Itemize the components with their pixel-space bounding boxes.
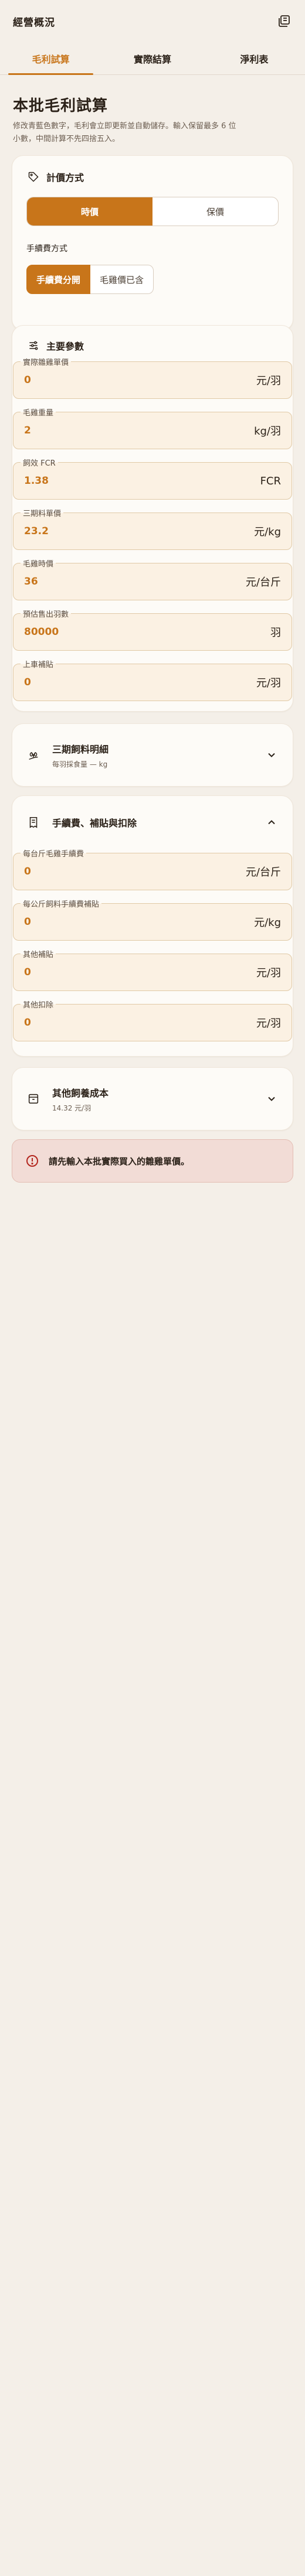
other-cost-text: 其他飼養成本 14.32 元/羽 — [52, 1085, 265, 1113]
other-deduction-value[interactable]: 0 — [24, 1017, 31, 1029]
broiler-market-price-value[interactable]: 36 — [24, 576, 38, 587]
phase3-feed-price-field[interactable]: 三期料單價 23.2 元/kg — [13, 507, 292, 550]
broiler-weight-unit: kg/羽 — [254, 425, 281, 438]
chevron-down-icon[interactable] — [265, 748, 279, 762]
sliders-icon — [26, 339, 40, 353]
sold-count-label: 預估售出羽數 — [21, 608, 72, 619]
receipt-icon — [26, 815, 40, 829]
page-desc-line-2: 小數，中間計算不先四捨五入。 — [13, 135, 120, 144]
phase3-feed-price-label: 三期料單價 — [21, 507, 64, 518]
chevron-down-icon[interactable] — [265, 1092, 279, 1106]
app-title: 經營概況 — [13, 16, 55, 29]
alert-banner: 請先輸入本批實際買入的雛雞單價。 — [12, 1139, 293, 1183]
error-icon — [25, 1154, 39, 1168]
params-title: 主要參數 — [46, 341, 84, 352]
tab-bar: 毛利試算 實際結算 淨利表 — [0, 42, 305, 75]
feed-detail-title: 三期飼料明細 — [52, 743, 109, 755]
other-subsidy-unit: 元/羽 — [256, 967, 281, 979]
phase3-feed-price-value[interactable]: 23.2 — [24, 525, 49, 537]
other-subsidy-label: 其他補貼 — [21, 948, 56, 959]
loading-subsidy-value[interactable]: 0 — [24, 677, 31, 688]
broiler-fee-unit: 元/台斤 — [245, 866, 281, 879]
fcr-value[interactable]: 1.38 — [24, 475, 49, 487]
pricing-option-market[interactable]: 時價 — [27, 197, 152, 226]
fees-card-header[interactable]: 手續費、補貼與扣除 — [12, 796, 293, 849]
other-cost-row[interactable]: 其他飼養成本 14.32 元/羽 — [12, 1068, 293, 1130]
other-cost-card[interactable]: 其他飼養成本 14.32 元/羽 — [12, 1067, 293, 1130]
loading-subsidy-label: 上車補貼 — [21, 658, 56, 669]
feed-fee-subsidy-field[interactable]: 每公斤飼料手續費補貼 0 元/kg — [13, 898, 292, 941]
pricing-segmented-control: 時價 保價 — [26, 197, 279, 226]
broiler-fee-field[interactable]: 每台斤毛雞手續費 0 元/台斤 — [13, 848, 292, 890]
chick-price-field[interactable]: 實際雛雞單價 0 元/羽 — [13, 356, 292, 399]
fees-text: 手續費、補貼與扣除 — [52, 815, 265, 829]
sold-count-value[interactable]: 80000 — [24, 626, 59, 638]
broiler-weight-field[interactable]: 毛雞重量 2 kg/羽 — [13, 406, 292, 449]
page-description: 修改青藍色數字，毛利會立即更新並自動儲存。輸入保留最多 6 位 小數，中間計算不… — [0, 120, 305, 146]
chick-price-value[interactable]: 0 — [24, 374, 31, 386]
fcr-label: 飼效 FCR — [21, 457, 58, 468]
fee-method-chips: 手續費分開 毛雞價已含 — [26, 265, 279, 294]
feed-fee-subsidy-unit: 元/kg — [254, 917, 281, 929]
fcr-unit: FCR — [260, 474, 281, 487]
broiler-weight-value[interactable]: 2 — [24, 425, 31, 436]
tab-actual-settlement[interactable]: 實際結算 — [101, 42, 203, 74]
params-card-header: 主要參數 — [12, 326, 293, 353]
pricing-title: 計價方式 — [46, 172, 84, 183]
other-cost-sub: 14.32 元/羽 — [52, 1103, 92, 1112]
wheat-icon — [26, 748, 40, 762]
other-deduction-unit: 元/羽 — [256, 1017, 281, 1030]
feed-detail-row[interactable]: 三期飼料明細 每羽採食量 — kg — [12, 724, 293, 786]
page-title: 本批毛利試算 — [13, 97, 109, 115]
feed-fee-subsidy-label: 每公斤飼料手續費補貼 — [21, 898, 102, 909]
fees-title: 手續費、補貼與扣除 — [52, 818, 137, 829]
broiler-weight-label: 毛雞重量 — [21, 406, 56, 418]
pricing-option-guaranteed[interactable]: 保價 — [152, 197, 278, 226]
loading-subsidy-unit: 元/羽 — [256, 677, 281, 689]
fee-option-separate[interactable]: 手續費分開 — [26, 265, 91, 294]
top-bar: 經營概況 — [0, 0, 305, 42]
other-deduction-field[interactable]: 其他扣除 0 元/羽 — [13, 999, 292, 1041]
sold-count-unit: 羽 — [270, 627, 281, 639]
phase3-feed-price-unit: 元/kg — [254, 526, 281, 538]
other-cost-title: 其他飼養成本 — [52, 1087, 109, 1099]
sold-count-field[interactable]: 預估售出羽數 80000 羽 — [13, 608, 292, 651]
loading-subsidy-field[interactable]: 上車補貼 0 元/羽 — [13, 658, 292, 701]
broiler-market-price-label: 毛雞時價 — [21, 558, 56, 569]
tag-icon — [26, 170, 40, 184]
feed-detail-sub: 每羽採食量 — kg — [52, 760, 108, 768]
tab-net-profit[interactable]: 淨利表 — [204, 42, 305, 74]
box-icon — [26, 1092, 40, 1106]
chick-price-unit: 元/羽 — [256, 375, 281, 387]
broiler-market-price-field[interactable]: 毛雞時價 36 元/台斤 — [13, 558, 292, 600]
feed-detail-text: 三期飼料明細 每羽採食量 — kg — [52, 742, 265, 769]
feed-fee-subsidy-value[interactable]: 0 — [24, 916, 31, 928]
chick-price-label: 實際雛雞單價 — [21, 356, 72, 367]
feed-detail-card[interactable]: 三期飼料明細 每羽採食量 — kg — [12, 723, 293, 787]
page-desc-line-1: 修改青藍色數字，毛利會立即更新並自動儲存。輸入保留最多 6 位 — [13, 122, 236, 131]
chevron-up-icon[interactable] — [265, 815, 279, 829]
fee-option-included[interactable]: 毛雞價已含 — [90, 265, 154, 294]
fee-method-label: 手續費方式 — [26, 244, 67, 254]
layers-icon[interactable] — [276, 13, 292, 29]
pricing-card: 計價方式 時價 保價 手續費方式 手續費分開 毛雞價已含 — [12, 155, 293, 331]
other-deduction-label: 其他扣除 — [21, 999, 56, 1010]
broiler-fee-label: 每台斤毛雞手續費 — [21, 848, 87, 859]
fcr-field[interactable]: 飼效 FCR 1.38 FCR — [13, 457, 292, 500]
other-subsidy-field[interactable]: 其他補貼 0 元/羽 — [13, 948, 292, 991]
tab-gross-profit[interactable]: 毛利試算 — [0, 42, 101, 75]
other-subsidy-value[interactable]: 0 — [24, 966, 31, 978]
broiler-market-price-unit: 元/台斤 — [245, 576, 281, 589]
pricing-card-header: 計價方式 — [12, 156, 293, 184]
alert-text: 請先輸入本批實際買入的雛雞單價。 — [49, 1156, 190, 1167]
broiler-fee-value[interactable]: 0 — [24, 866, 31, 877]
